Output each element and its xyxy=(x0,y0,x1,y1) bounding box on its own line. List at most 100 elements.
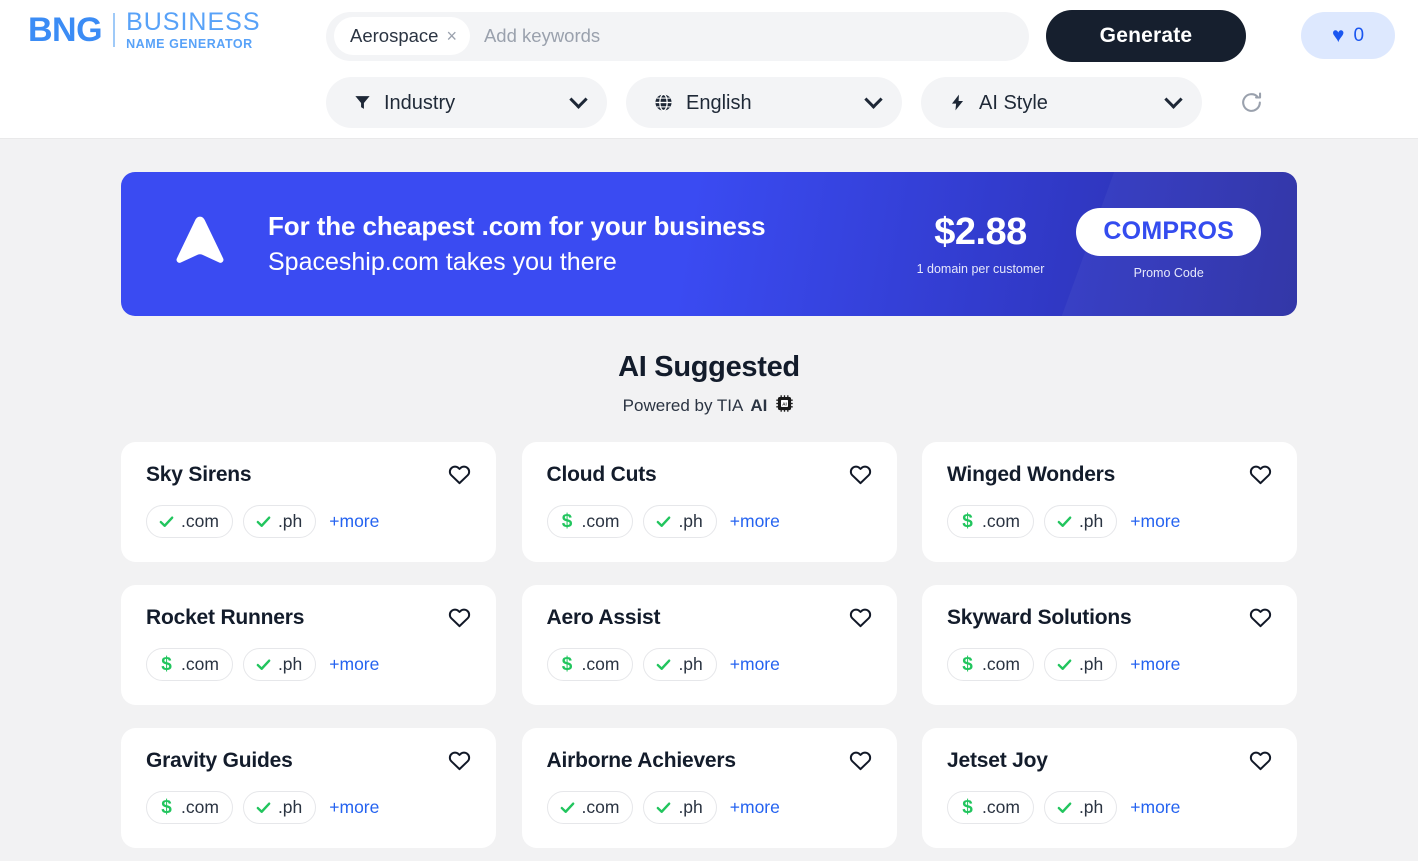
tld-pill[interactable]: .ph xyxy=(1044,648,1117,681)
promo-code-button[interactable]: COMPROS xyxy=(1076,208,1261,256)
heart-outline-icon[interactable] xyxy=(847,604,874,631)
tld-pill[interactable]: $.com xyxy=(146,791,233,824)
app-header: BNG BUSINESS NAME GENERATOR Aerospace × … xyxy=(0,0,1418,139)
check-icon xyxy=(1056,513,1073,530)
check-icon xyxy=(255,656,272,673)
tld-pill[interactable]: .ph xyxy=(643,505,716,538)
check-icon xyxy=(1056,656,1073,673)
tld-pill[interactable]: $.com xyxy=(947,791,1034,824)
check-icon xyxy=(158,513,175,530)
keyword-chip-aerospace[interactable]: Aerospace × xyxy=(334,17,470,55)
name-card-title: Skyward Solutions xyxy=(947,606,1274,629)
check-icon xyxy=(655,513,672,530)
name-card[interactable]: Winged Wonders$.com.ph+more xyxy=(922,442,1297,562)
tld-label: .ph xyxy=(678,656,702,674)
more-tlds-link[interactable]: +more xyxy=(730,513,780,531)
name-card[interactable]: Jetset Joy$.com.ph+more xyxy=(922,728,1297,848)
promo-banner[interactable]: For the cheapest .com for your business … xyxy=(121,172,1297,316)
tld-pill[interactable]: $.com xyxy=(547,648,634,681)
favorites-counter[interactable]: ♥ 0 xyxy=(1301,12,1395,59)
name-card[interactable]: Rocket Runners$.com.ph+more xyxy=(121,585,496,705)
more-tlds-link[interactable]: +more xyxy=(329,513,379,531)
tld-pill[interactable]: .ph xyxy=(243,791,316,824)
tld-row: $.com .ph +more xyxy=(947,791,1274,824)
heart-outline-icon[interactable] xyxy=(1247,461,1274,488)
tld-label: .ph xyxy=(1079,656,1103,674)
heart-outline-icon[interactable] xyxy=(847,747,874,774)
generate-button[interactable]: Generate xyxy=(1046,10,1246,62)
keyword-search-box[interactable]: Aerospace × xyxy=(326,12,1029,61)
heart-outline-icon[interactable] xyxy=(446,604,473,631)
tld-pill[interactable]: .ph xyxy=(643,791,716,824)
more-tlds-link[interactable]: +more xyxy=(1130,513,1180,531)
name-card[interactable]: Airborne Achievers.com.ph+more xyxy=(522,728,897,848)
tld-pill[interactable]: .com xyxy=(547,791,634,824)
logo-mark: BNG xyxy=(28,13,102,47)
search-row: Aerospace × Generate xyxy=(326,10,1246,62)
promo-code-block: COMPROS Promo Code xyxy=(1076,208,1261,280)
tld-row: .com .ph +more xyxy=(146,505,473,538)
tld-row: $.com .ph +more xyxy=(947,505,1274,538)
tld-pill[interactable]: $.com xyxy=(947,505,1034,538)
check-icon xyxy=(255,513,272,530)
bolt-icon xyxy=(948,93,967,112)
language-filter[interactable]: English xyxy=(626,77,902,128)
heart-outline-icon[interactable] xyxy=(1247,604,1274,631)
name-card[interactable]: Sky Sirens .com .ph +more xyxy=(121,442,496,562)
name-card[interactable]: Aero Assist$.com.ph+more xyxy=(522,585,897,705)
powered-by-strong: AI xyxy=(750,397,767,414)
tld-pill[interactable]: $.com xyxy=(547,505,634,538)
search-input[interactable] xyxy=(470,12,1021,61)
more-tlds-link[interactable]: +more xyxy=(329,799,379,817)
check-icon xyxy=(255,799,272,816)
more-tlds-link[interactable]: +more xyxy=(1130,799,1180,817)
promo-banner-text: For the cheapest .com for your business … xyxy=(268,210,917,277)
name-card[interactable]: Cloud Cuts$.com.ph+more xyxy=(522,442,897,562)
name-results-grid: Sky Sirens.com.ph+moreCloud Cuts$.com.ph… xyxy=(121,442,1297,848)
tld-label: .ph xyxy=(278,656,302,674)
ai-style-filter-label: AI Style xyxy=(979,93,1155,113)
tld-label: .ph xyxy=(678,799,702,817)
more-tlds-link[interactable]: +more xyxy=(730,656,780,674)
tld-label: .com xyxy=(181,799,219,817)
tld-pill[interactable]: .com xyxy=(146,505,233,538)
check-icon xyxy=(1056,799,1073,816)
check-icon xyxy=(655,799,672,816)
tld-pill[interactable]: .ph xyxy=(643,648,716,681)
heart-outline-icon[interactable] xyxy=(847,461,874,488)
more-tlds-link[interactable]: +more xyxy=(730,799,780,817)
more-tlds-link[interactable]: +more xyxy=(329,656,379,674)
tld-label: .com xyxy=(982,656,1020,674)
tld-pill[interactable]: .ph xyxy=(243,648,316,681)
tld-pill[interactable]: .ph xyxy=(243,505,316,538)
name-card[interactable]: Skyward Solutions $.com .ph +more xyxy=(922,585,1297,705)
tld-label: .com xyxy=(582,513,620,531)
tld-pill[interactable]: .ph xyxy=(1044,791,1117,824)
promo-price: $2.88 xyxy=(934,213,1027,251)
industry-filter[interactable]: Industry xyxy=(326,77,607,128)
tld-label: .ph xyxy=(1079,513,1103,531)
heart-outline-icon[interactable] xyxy=(1247,747,1274,774)
brand-logo[interactable]: BNG BUSINESS NAME GENERATOR xyxy=(28,8,261,52)
cpu-chip-icon: AI xyxy=(774,393,795,418)
tld-pill[interactable]: .ph xyxy=(1044,505,1117,538)
name-card-title: Gravity Guides xyxy=(146,749,473,772)
name-card-title: Sky Sirens xyxy=(146,463,473,486)
heart-outline-icon[interactable] xyxy=(446,461,473,488)
tld-row: .com .ph +more xyxy=(547,791,874,824)
more-tlds-link[interactable]: +more xyxy=(1130,656,1180,674)
tld-row: $.com .ph +more xyxy=(146,648,473,681)
name-card[interactable]: Gravity Guides $.com .ph +more xyxy=(121,728,496,848)
ai-style-filter[interactable]: AI Style xyxy=(921,77,1202,128)
tld-pill[interactable]: $.com xyxy=(947,648,1034,681)
globe-icon xyxy=(653,92,674,113)
chevron-down-icon xyxy=(569,90,587,108)
close-icon[interactable]: × xyxy=(446,27,457,45)
tld-pill[interactable]: $.com xyxy=(146,648,233,681)
tld-label: .ph xyxy=(678,513,702,531)
industry-filter-label: Industry xyxy=(384,93,560,113)
check-icon xyxy=(559,799,576,816)
heart-filled-icon: ♥ xyxy=(1332,25,1344,46)
heart-outline-icon[interactable] xyxy=(446,747,473,774)
reload-icon[interactable] xyxy=(1234,86,1268,120)
